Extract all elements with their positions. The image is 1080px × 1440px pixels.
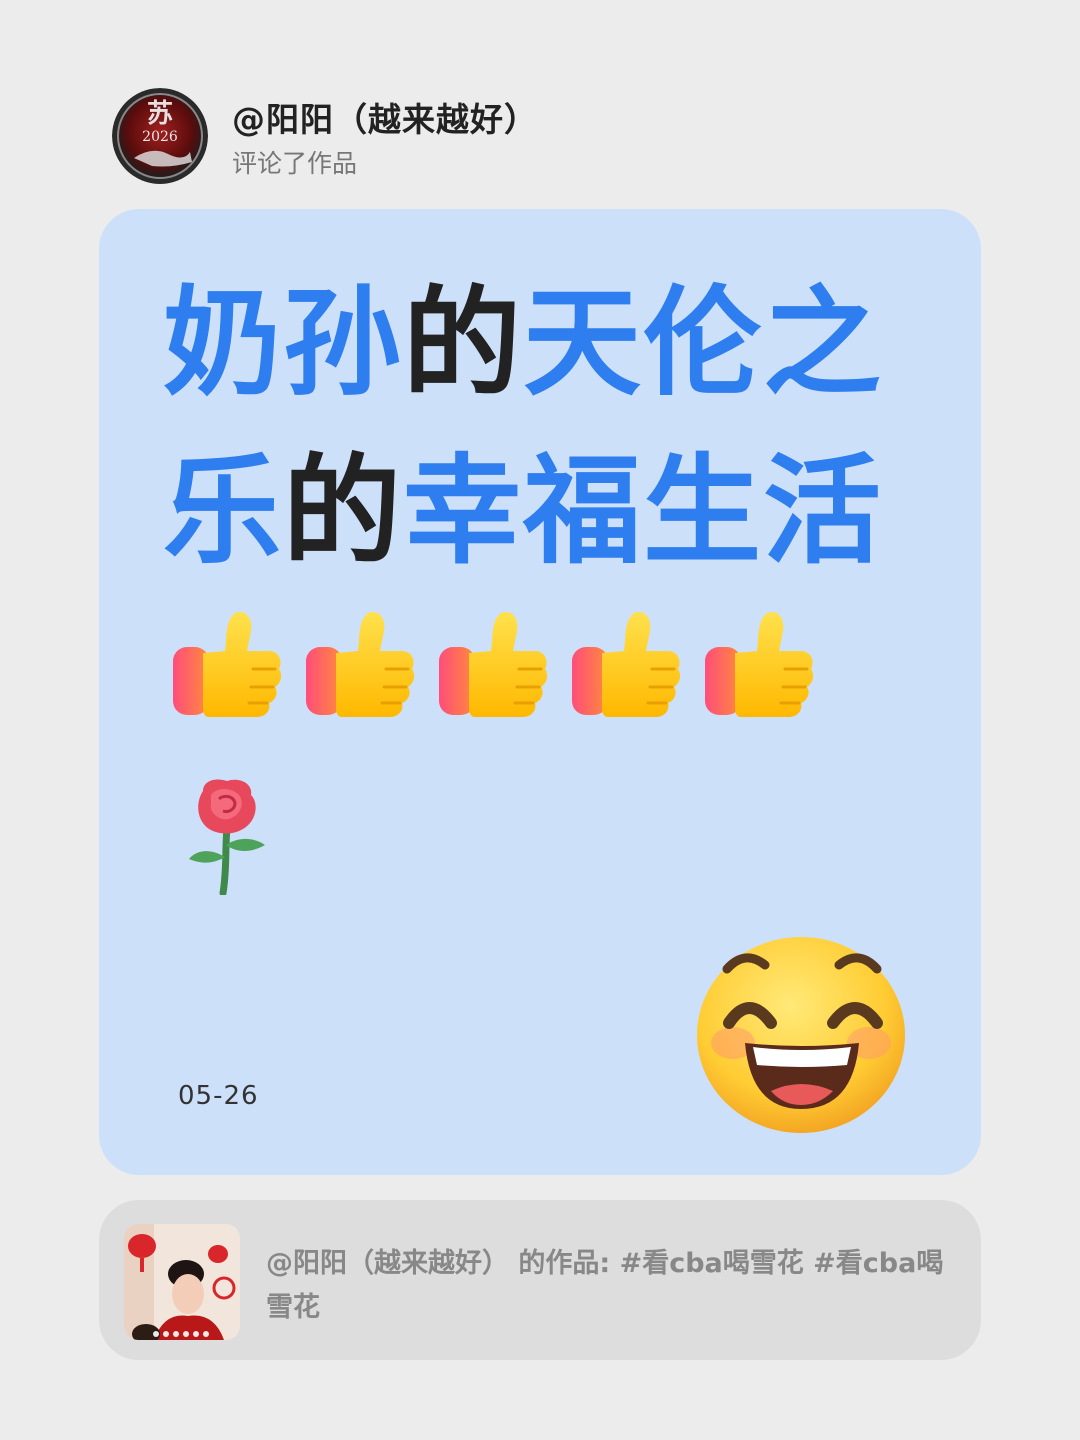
avatar[interactable]: 苏 2026 bbox=[112, 88, 208, 184]
avatar-year: 2026 bbox=[142, 129, 178, 145]
action-text: 评论了作品 bbox=[232, 149, 358, 178]
headline-segment: 奶孙 bbox=[163, 274, 404, 412]
user-meta: @阳阳（越来越好） 评论了作品 bbox=[232, 88, 538, 184]
thumbs-up-icon bbox=[437, 610, 549, 719]
work-thumbnail[interactable] bbox=[124, 1224, 240, 1340]
rose-icon bbox=[189, 779, 265, 895]
work-title[interactable]: @阳阳（越来越好） 的作品: #看cba喝雪花 #看cba喝雪花 bbox=[266, 1242, 946, 1330]
thumbs-up-icon bbox=[304, 610, 416, 719]
username[interactable]: @阳阳（越来越好） bbox=[232, 98, 538, 142]
comment-header: 苏 2026 @阳阳（越来越好） 评论了作品 bbox=[112, 88, 538, 188]
avatar-char: 苏 bbox=[147, 99, 173, 129]
comment-headline: 奶孙的天伦之乐的幸福生活 bbox=[163, 259, 923, 595]
thumbs-up-row bbox=[169, 607, 834, 723]
headline-segment: 的 bbox=[283, 442, 404, 580]
referenced-work[interactable]: @阳阳（越来越好） 的作品: #看cba喝雪花 #看cba喝雪花 bbox=[99, 1200, 981, 1360]
thumbs-up-icon bbox=[171, 610, 283, 719]
grinning-face-icon bbox=[697, 937, 905, 1133]
headline-segment: 的 bbox=[403, 274, 524, 412]
comment-card[interactable]: 奶孙的天伦之乐的幸福生活 05-26 bbox=[99, 209, 981, 1175]
comment-date: 05-26 bbox=[178, 1081, 259, 1111]
thumbs-up-icon bbox=[703, 610, 815, 719]
thumbs-up-icon bbox=[570, 610, 682, 719]
headline-segment: 幸福生活 bbox=[403, 442, 884, 580]
